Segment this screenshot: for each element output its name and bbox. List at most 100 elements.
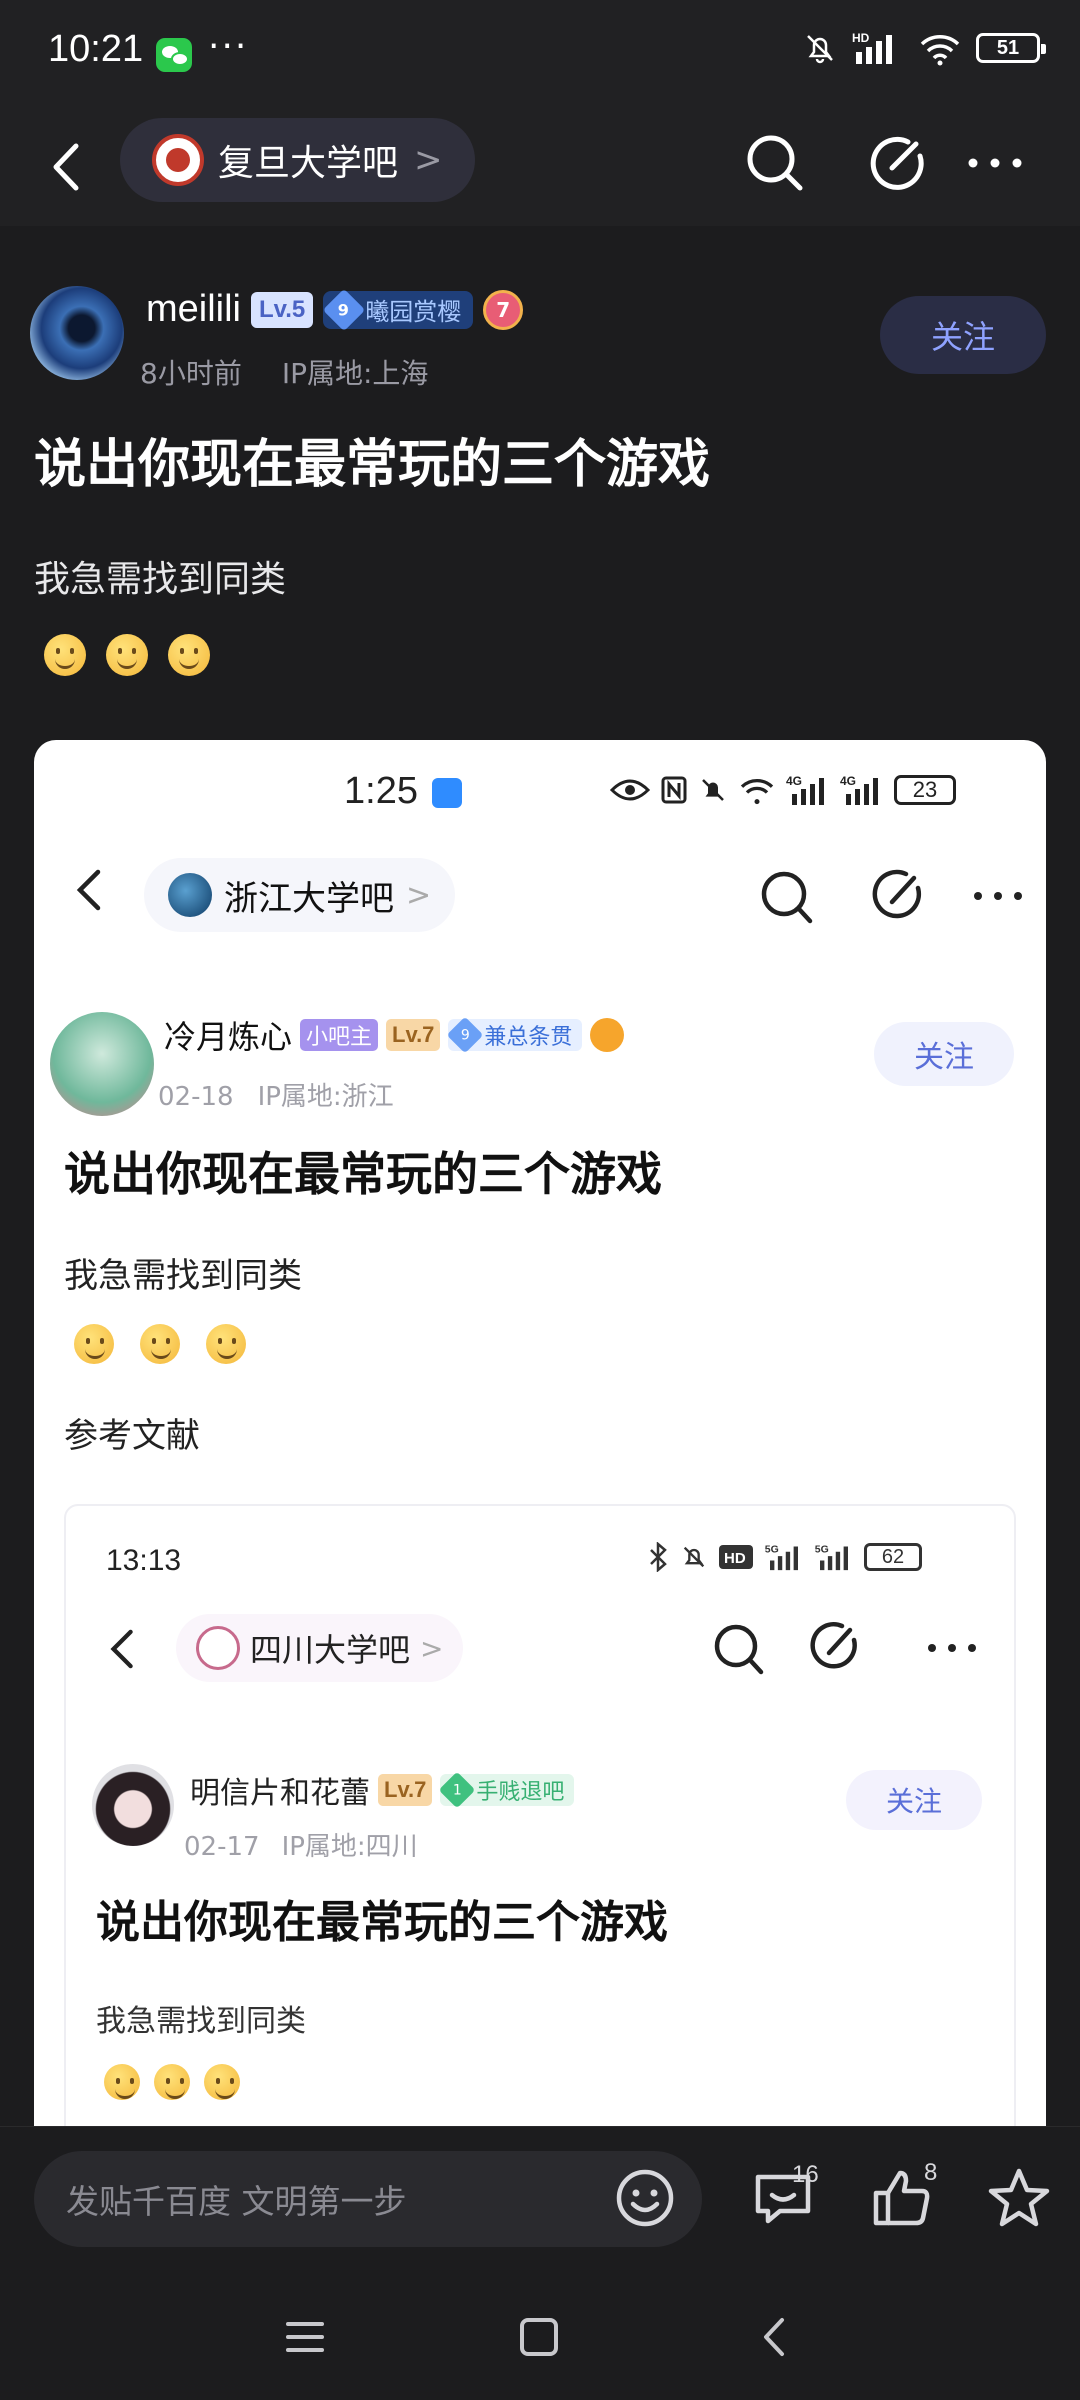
post-body: 我急需找到同类	[64, 1256, 302, 1296]
post-meta: 8小时前 IP属地:上海	[140, 352, 468, 392]
honor-badge: 1 手贱退吧	[439, 1771, 575, 1809]
edit-icon	[810, 1622, 857, 1669]
status-bar: 10:21 ··· HD 51	[0, 0, 1080, 110]
screenshot-status-indicators: HD 5G 5G 62	[646, 1542, 922, 1572]
author-row: meilili Lv.5 9 曦园赏樱 7	[146, 288, 524, 331]
toolbar-icons	[761, 869, 1022, 924]
menu-icon[interactable]	[282, 2314, 328, 2360]
search-icon	[714, 1624, 764, 1675]
battery-icon: 62	[864, 1543, 922, 1571]
battery-icon: 23	[894, 775, 956, 805]
follow-button: 关注	[874, 1022, 1014, 1086]
back-arrow-icon[interactable]	[40, 132, 96, 202]
honor-level: 9	[338, 299, 350, 319]
bell-muted-icon	[683, 1546, 705, 1568]
signal-icon: 5G	[765, 1544, 798, 1571]
post-title: 说出你现在最常玩的三个游戏	[34, 435, 711, 495]
author-name[interactable]: meilili	[146, 288, 241, 331]
forum-logo	[168, 873, 212, 917]
bell-muted-icon	[702, 779, 724, 801]
honor-level: 9	[460, 1026, 470, 1043]
wifi-icon	[920, 35, 960, 66]
back-icon[interactable]	[752, 2314, 798, 2360]
screenshot-status-indicators: 4G 4G 23	[610, 774, 956, 806]
forum-pill: 四川大学吧 >	[176, 1614, 464, 1682]
toolbar-icons	[714, 1622, 976, 1675]
back-arrow-icon	[110, 1629, 133, 1669]
forum-logo	[196, 1626, 240, 1670]
post-container: meilili Lv.5 9 曦园赏樱 7 8小时前 IP属地:上海 关注 说出你…	[0, 226, 1080, 2140]
search-icon[interactable]	[740, 128, 810, 198]
search-icon	[761, 871, 813, 924]
level-badge: Lv.7	[378, 1774, 433, 1806]
top-nav: 复旦大学吧 >	[0, 110, 1080, 226]
honor-title: 曦园赏樱	[365, 298, 462, 326]
author-name: 冷月炼心	[164, 1018, 293, 1056]
honor-level: 1	[452, 1781, 462, 1798]
bottom-action-bar: 发贴千百度 文明第一步 16 8	[0, 2126, 1080, 2270]
status-indicators: HD 51	[802, 30, 1046, 66]
signal-icon: 4G	[840, 774, 878, 805]
emoji-icon[interactable]	[614, 2167, 676, 2229]
honor-badge: 9 兼总条贯	[447, 1016, 583, 1054]
post-title: 说出你现在最常玩的三个游戏	[64, 1147, 662, 1201]
star-icon[interactable]	[984, 2163, 1054, 2233]
more-icon[interactable]	[960, 128, 1030, 198]
level-badge: Lv.5	[251, 291, 314, 328]
embedded-screenshot[interactable]: 1:25 4G 4G 23 浙江大学吧 > 冷月炼心 小吧主 Lv.7 9 兼总…	[34, 740, 1046, 2140]
post-body: 我急需找到同类	[34, 559, 287, 600]
signal-icon: 4G	[786, 774, 824, 805]
system-nav-bar	[0, 2270, 1080, 2400]
battery-icon: 51	[976, 33, 1046, 63]
back-arrow-icon	[76, 869, 101, 911]
post-ip: IP属地:四川	[281, 1832, 418, 1862]
post-meta: 02-17 IP属地:四川	[184, 1826, 440, 1863]
chevron-right-icon: >	[414, 140, 443, 180]
smiley-icon	[140, 1324, 180, 1364]
smiley-icon	[154, 2064, 190, 2100]
more-icon	[928, 1644, 976, 1652]
network-label: HD	[852, 31, 870, 45]
follow-button[interactable]: 关注	[880, 296, 1046, 374]
comment-input[interactable]: 发贴千百度 文明第一步	[34, 2151, 702, 2247]
reference-heading: 参考文献	[64, 1416, 200, 1456]
edit-icon[interactable]	[862, 128, 932, 198]
svg-text:HD: HD	[724, 1550, 746, 1567]
more-notifications-icon: ···	[208, 26, 249, 67]
gem-icon: 9	[447, 1016, 484, 1054]
network-label: 4G	[840, 774, 856, 788]
admin-badge: 小吧主	[300, 1019, 379, 1051]
smiley-icon	[106, 634, 148, 676]
emoji-badge-icon	[590, 1018, 625, 1052]
emoji-row	[74, 1324, 246, 1364]
forum-pill[interactable]: 复旦大学吧 >	[120, 118, 475, 202]
wechat-notification-icon	[156, 38, 192, 72]
like-count: 8	[924, 2159, 938, 2186]
chevron-right-icon: >	[406, 877, 432, 913]
status-time: 10:21	[48, 28, 144, 70]
honor-title: 兼总条贯	[484, 1025, 573, 1050]
smiley-icon	[204, 2064, 240, 2100]
forum-name: 浙江大学吧	[224, 878, 394, 919]
forum-name: 四川大学吧	[250, 1631, 411, 1669]
eye-icon	[610, 779, 650, 801]
post-body: 我急需找到同类	[96, 2004, 306, 2039]
chevron-right-icon: >	[420, 1631, 444, 1665]
more-icon	[974, 892, 1022, 900]
smiley-icon	[74, 1324, 114, 1364]
home-icon[interactable]	[516, 2314, 562, 2360]
post-date: 02-17	[184, 1832, 260, 1862]
signal-icon: 5G	[815, 1544, 848, 1571]
smiley-icon	[104, 2064, 140, 2100]
hd-icon: HD	[719, 1545, 753, 1569]
smiley-icon	[206, 1324, 246, 1364]
author-row: 冷月炼心 小吧主 Lv.7 9 兼总条贯	[164, 1012, 625, 1058]
wifi-icon	[740, 779, 774, 805]
author-avatar	[92, 1764, 174, 1846]
edit-icon	[872, 869, 922, 919]
author-avatar[interactable]	[30, 286, 124, 380]
author-row: 明信片和花蕾 Lv.7 1 手贱退吧	[190, 1768, 575, 1812]
network-label: 5G	[815, 1544, 829, 1556]
app-badge-icon	[432, 778, 462, 808]
bluetooth-icon	[650, 1542, 667, 1572]
